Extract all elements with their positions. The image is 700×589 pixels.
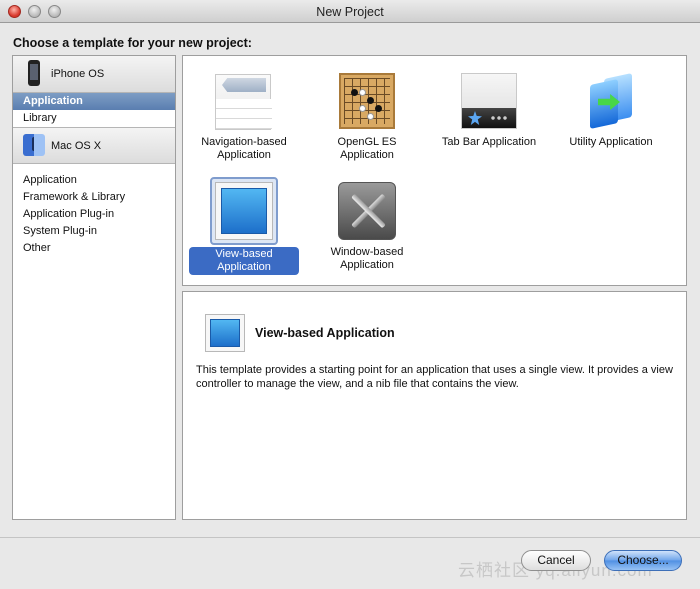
finder-icon: [23, 132, 45, 160]
sidebar-item-other[interactable]: Other: [13, 240, 175, 257]
sidebar-item-iphone-application[interactable]: Application: [13, 93, 175, 110]
template-opengl-es[interactable]: OpenGL ES Application: [312, 70, 422, 162]
description-title: View-based Application: [255, 326, 395, 340]
template-navigation-based[interactable]: Navigation-based Application: [189, 70, 299, 162]
description-text: This template provides a starting point …: [196, 364, 673, 390]
template-grid: Navigation-based Application OpenGL ES A…: [182, 55, 687, 286]
tab-bar-template-icon: [458, 70, 520, 132]
window-template-icon: [336, 180, 398, 242]
navigation-template-icon: [213, 70, 275, 132]
template-tab-bar[interactable]: Tab Bar Application: [434, 70, 544, 149]
cancel-button[interactable]: Cancel: [521, 550, 591, 571]
sidebar-group-mac-os-x[interactable]: Mac OS X: [13, 127, 175, 164]
template-category-sidebar: iPhone OS Application Library Mac OS X A…: [12, 55, 176, 520]
template-label: Utility Application: [569, 136, 653, 148]
footer-divider: [0, 537, 700, 538]
title-bar: New Project: [0, 0, 700, 23]
opengl-template-icon: [336, 70, 398, 132]
sidebar-group-label: iPhone OS: [51, 68, 105, 80]
sidebar-group-iphone-os[interactable]: iPhone OS: [13, 56, 175, 93]
utility-template-icon: [580, 70, 642, 132]
template-label: Navigation-based Application: [201, 136, 287, 161]
sidebar-item-application-plugin[interactable]: Application Plug-in: [13, 206, 175, 223]
sidebar-group-label: Mac OS X: [51, 140, 102, 152]
view-template-icon: [205, 314, 245, 352]
view-template-icon: [210, 177, 278, 245]
template-label: Window-based Application: [330, 246, 404, 271]
sidebar-item-iphone-library[interactable]: Library: [13, 110, 175, 127]
iphone-icon: [23, 60, 45, 88]
choose-button[interactable]: Choose...: [604, 550, 682, 571]
dialog-heading: Choose a template for your new project:: [13, 36, 252, 50]
template-label: View-based Application: [189, 247, 299, 275]
window-title: New Project: [316, 5, 384, 19]
sidebar-item-mac-application[interactable]: Application: [13, 172, 175, 189]
sidebar-item-system-plugin[interactable]: System Plug-in: [13, 223, 175, 240]
template-label: OpenGL ES Application: [337, 136, 397, 161]
template-description-pane: View-based Application This template pro…: [182, 291, 687, 520]
template-utility[interactable]: Utility Application: [556, 70, 666, 149]
template-view-based[interactable]: View-based Application: [189, 177, 299, 275]
template-label: Tab Bar Application: [441, 136, 537, 148]
sidebar-item-framework-library[interactable]: Framework & Library: [13, 189, 175, 206]
template-window-based[interactable]: Window-based Application: [312, 180, 422, 272]
